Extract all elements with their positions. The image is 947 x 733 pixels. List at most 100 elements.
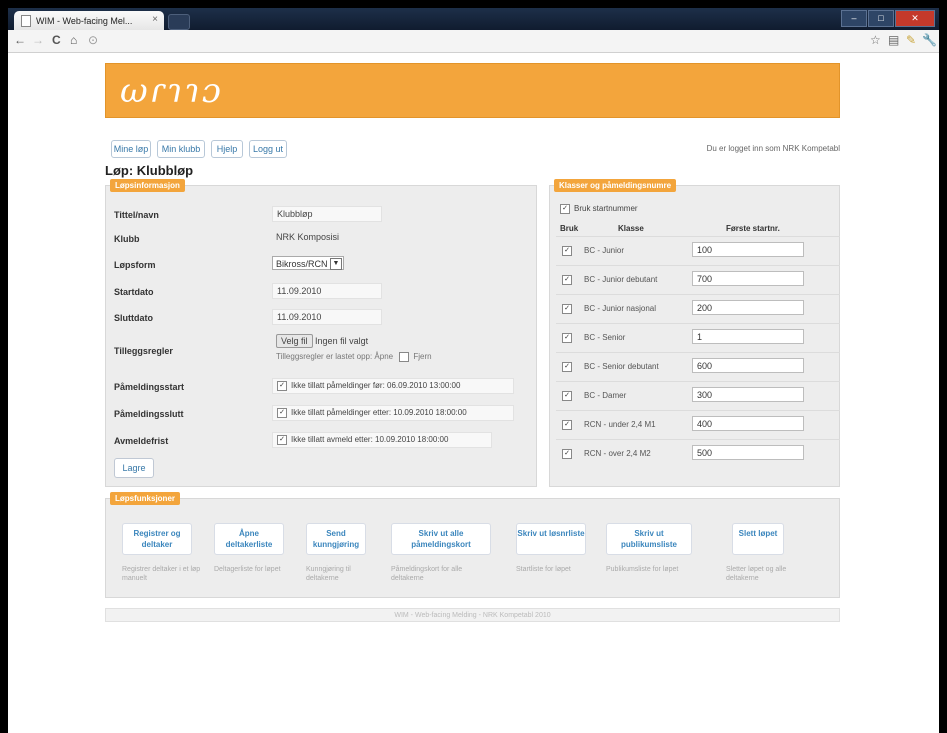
table-row: ✓ RCN - over 2,4 M2 500 [556,439,840,469]
title-input[interactable]: Klubbløp [272,206,382,222]
maximize-button[interactable]: □ [868,10,894,27]
table-row: ✓ BC - Damer 300 [556,381,840,411]
print-start-list-button[interactable]: Skriv ut løsnrliste [516,523,586,555]
race-actions-tag: Løpsfunksjoner [110,492,181,505]
page-menu-icon[interactable]: ▤ [888,33,899,47]
print-audience-list-button[interactable]: Skriv ut publikumsliste [606,523,692,555]
menu-help[interactable]: Hjelp [211,140,243,158]
class-checkbox[interactable]: ✓ [562,391,572,401]
remove-rules-checkbox[interactable] [399,351,410,362]
menu-my-club[interactable]: Min klubb [157,140,205,158]
chevron-down-icon: ▼ [330,258,342,270]
start-number-input[interactable]: 400 [692,416,804,431]
race-type-select[interactable]: Bikross/RCN ▼ [272,256,344,270]
class-checkbox[interactable]: ✓ [562,304,572,314]
start-number-input[interactable]: 600 [692,358,804,373]
field-label: Tilleggsregler [114,346,173,356]
registration-end-input[interactable]: ✓ Ikke tillatt påmeldinger etter: 10.09.2… [272,405,514,421]
table-row: ✓ BC - Junior debutant 700 [556,265,840,295]
menu-logout[interactable]: Logg ut [249,140,287,158]
action-description: Kunngjøring til deltakerne [306,566,351,582]
class-name: BC - Junior nasjonal [584,304,657,313]
logged-in-text: Du er logget inn som NRK Kompetabl [706,144,840,153]
use-startnumbers-label: Bruk startnummer [574,204,638,214]
field-label: Påmeldingsstart [114,382,185,392]
wrench-icon[interactable]: 🔧 [922,33,937,47]
print-all-cards-button[interactable]: Skriv ut alle påmeldingskort [391,523,491,555]
extension-icon[interactable]: ✎ [906,33,916,47]
tab-title: WIM - Web-facing Mel... [36,16,133,26]
classes-panel: Klasser og påmeldingsnumre ✓ Bruk startnu… [549,179,840,487]
menu-my-races[interactable]: Mine løp [111,140,151,158]
delete-race-button[interactable]: Slett løpet [732,523,784,555]
start-number-input[interactable]: 200 [692,300,804,315]
race-info-panel: Løpsinformasjon Tittel/navn Klubbløp Klu… [105,179,537,487]
register-participant-button[interactable]: Registrer og deltaker [122,523,192,555]
browser-tab[interactable]: WIM - Web-facing Mel... × [14,11,164,30]
start-number-input[interactable]: 1 [692,329,804,344]
page-title: Løp: Klubbløp [105,163,194,178]
class-checkbox[interactable]: ✓ [562,333,572,343]
page-footer: WIM - Web-facing Melding - NRK Kompetabl… [105,608,840,622]
close-window-button[interactable]: ✕ [895,10,935,27]
start-number-input[interactable]: 700 [692,271,804,286]
browser-window: WIM - Web-facing Mel... × – □ ✕ ← → C ⌂ … [8,8,939,733]
cancel-deadline-input[interactable]: ✓ Ikke tillatt avmeld etter: 10.09.2010 1… [272,432,492,448]
table-row: ✓ BC - Junior nasjonal 200 [556,294,840,324]
class-name: BC - Senior debutant [584,362,659,371]
class-checkbox[interactable]: ✓ [562,275,572,285]
action-description: Registrer deltaker i et løp manuelt [122,566,201,582]
class-name: BC - Damer [584,391,627,400]
reload-icon[interactable]: C [52,33,61,47]
back-icon[interactable]: ← [14,33,26,47]
class-checkbox[interactable]: ✓ [562,420,572,430]
site-logo[interactable]: ωɾɿɿɔ [120,71,223,111]
class-name: BC - Senior [584,333,626,342]
class-checkbox[interactable]: ✓ [562,449,572,459]
registration-end-checkbox[interactable]: ✓ [277,407,287,418]
start-date-input[interactable]: 11.09.2010 [272,283,382,299]
bookmark-star-icon[interactable]: ☆ [870,33,881,47]
forward-icon[interactable]: → [32,33,44,47]
new-tab-button[interactable] [168,14,190,30]
classes-tag: Klasser og påmeldingsnumre [554,179,677,192]
class-name: RCN - under 2,4 M1 [584,420,656,429]
use-startnumbers-checkbox[interactable]: ✓ [560,204,570,214]
start-number-input[interactable]: 500 [692,445,804,460]
rules-upload: Velg fil Ingen fil valgt [272,334,372,348]
class-name: BC - Junior debutant [584,275,658,284]
send-announcement-button[interactable]: Send kunngjøring [306,523,366,555]
page-icon [21,15,31,27]
site-info-icon[interactable]: ⊙ [88,33,98,47]
field-label: Tittel/navn [114,210,159,220]
table-row: ✓ RCN - under 2,4 M1 400 [556,410,840,440]
end-date-input[interactable]: 11.09.2010 [272,309,382,325]
action-description: Publikumsliste for løpet [606,566,679,573]
class-name: BC - Junior [584,246,625,255]
race-actions-panel: Løpsfunksjoner Registrer og deltaker Reg… [105,492,840,598]
table-row: ✓ BC - Senior debutant 600 [556,352,840,382]
class-checkbox[interactable]: ✓ [562,362,572,372]
action-description: Sletter løpet og alle deltakerne [726,566,787,582]
registration-start-checkbox[interactable]: ✓ [277,380,287,391]
minimize-button[interactable]: – [841,10,867,27]
tab-close-icon[interactable]: × [152,14,158,25]
home-icon[interactable]: ⌂ [70,33,77,47]
class-checkbox[interactable]: ✓ [562,246,572,256]
site-header: ωɾɿɿɔ [105,63,840,118]
main-menu: Mine løp Min klubb Hjelp Logg ut Du er l… [105,138,840,160]
cancel-deadline-value: Ikke tillatt avmeld etter: 10.09.2010 18… [291,435,449,444]
race-type-value: Bikross/RCN [276,259,328,269]
remove-rules-label: Fjern [413,352,432,361]
choose-file-button[interactable]: Velg fil [276,334,313,348]
save-button[interactable]: Lagre [114,458,154,478]
window-controls: – □ ✕ [841,10,935,27]
field-label: Klubb [114,234,140,244]
start-number-input[interactable]: 300 [692,387,804,402]
start-number-input[interactable]: 100 [692,242,804,257]
open-participant-list-button[interactable]: Åpne deltakerliste [214,523,284,555]
rules-note: Tilleggsregler er lastet opp: Åpne Fjern [272,350,436,364]
cancel-deadline-checkbox[interactable]: ✓ [277,434,287,445]
field-label: Avmeldefrist [114,436,169,446]
registration-start-input[interactable]: ✓ Ikke tillatt påmeldinger før: 06.09.201… [272,378,514,394]
